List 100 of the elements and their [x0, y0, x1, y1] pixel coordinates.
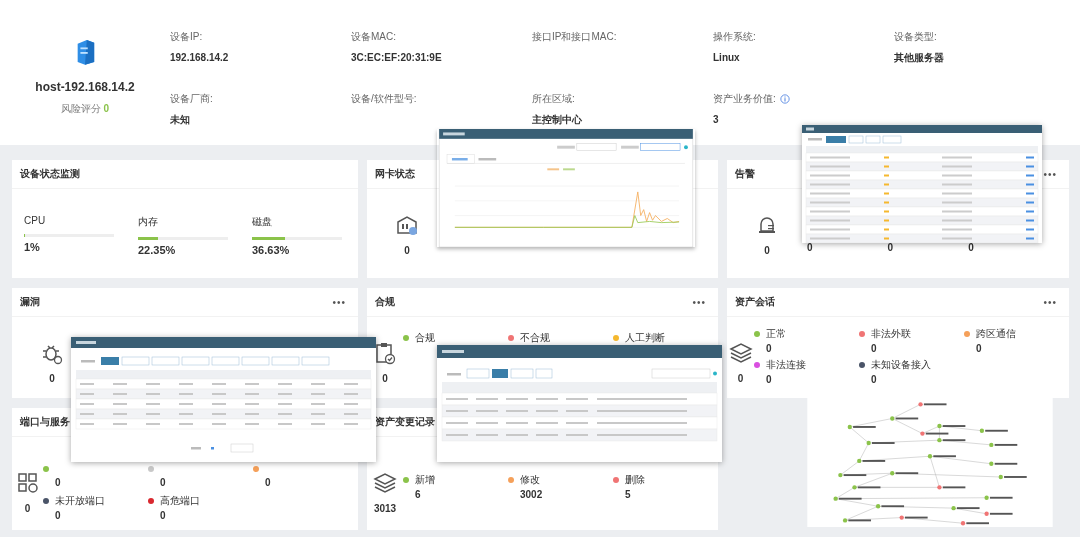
ports-count: 0 — [24, 503, 31, 514]
alarm-stat-value: 0 — [887, 242, 894, 253]
card-title: 告警 — [735, 167, 755, 181]
stat-value: 0 — [160, 477, 167, 488]
graph-node — [890, 416, 919, 421]
graph-node — [984, 511, 1013, 516]
alarm-stat-value: 0 — [968, 242, 974, 253]
graph-node — [842, 518, 871, 523]
field-label: 操作系统: — [713, 30, 756, 44]
layers-icon — [728, 341, 753, 365]
metric-value: 1% — [24, 241, 41, 253]
stat-label: 删除 — [625, 473, 645, 487]
graph-node — [989, 461, 1018, 466]
field-label: 设备/软件型号: — [351, 92, 417, 106]
stat-label: 正常 — [766, 327, 786, 341]
graph-node — [951, 505, 980, 511]
stat-label: 非法外联 — [871, 327, 911, 341]
more-button[interactable]: ••• — [1043, 168, 1057, 180]
network-card-icon — [395, 213, 419, 237]
graph-node — [998, 474, 1027, 480]
field-label: 设备厂商: — [170, 92, 213, 106]
graph-node — [899, 515, 928, 520]
metric-label: 内存 — [138, 215, 159, 229]
stat-value: 0 — [871, 374, 878, 385]
legend-label: 人工判断 — [625, 331, 665, 345]
card-title: 资产会话 — [735, 295, 775, 309]
stat-value: 3002 — [520, 489, 544, 500]
graph-node — [866, 440, 895, 446]
stat-label: 新增 — [415, 473, 435, 487]
field-value: 3 — [713, 114, 719, 125]
clipboard-check-icon — [373, 341, 397, 365]
field-value: 其他服务器 — [894, 52, 944, 63]
stat-label: 非法连接 — [766, 358, 806, 372]
field-label: 设备类型: — [894, 30, 937, 44]
metric-value: 36.63% — [252, 244, 291, 256]
graph-node — [918, 402, 947, 407]
stat-value: 0 — [766, 374, 773, 385]
card-title: 端口与服务 — [20, 415, 70, 429]
graph-node — [937, 485, 966, 490]
graph-node — [852, 485, 881, 490]
metric-label: CPU — [24, 215, 47, 226]
stat-value: 0 — [55, 510, 62, 521]
graph-node — [847, 424, 876, 430]
graph-node — [927, 454, 956, 459]
stat-value: 0 — [265, 477, 272, 488]
graph-node — [984, 495, 1013, 500]
graph-node — [960, 521, 989, 526]
graph-node — [875, 504, 905, 509]
stat-label: 跨区通信 — [976, 327, 1016, 341]
card-title: 设备状态监测 — [20, 167, 80, 181]
card-title: 合规 — [375, 295, 395, 309]
layers-icon — [373, 471, 397, 495]
card-title: 漏洞 — [20, 295, 40, 309]
field-value: Linux — [713, 52, 740, 63]
graph-node — [838, 472, 867, 478]
field-label: 设备MAC: — [351, 30, 396, 44]
field-label: 所在区域: — [532, 92, 575, 106]
stat-label: 未知设备接入 — [871, 358, 931, 372]
stat-label: 修改 — [520, 473, 540, 487]
field-label: 资产业务价值: — [713, 92, 776, 106]
graph-node — [937, 438, 966, 443]
risk-label: 风险评分 — [60, 103, 101, 114]
metric-label: 磁盘 — [252, 215, 273, 229]
stat-value: 5 — [625, 489, 632, 500]
field-value: 192.168.14.2 — [170, 52, 229, 63]
graph-node — [989, 442, 1018, 448]
stat-label: 未开放端口 — [55, 494, 105, 508]
stat-value: 0 — [160, 510, 167, 521]
alarm-count: 0 — [764, 245, 770, 256]
more-button[interactable]: ••• — [692, 296, 706, 308]
grid-icon — [15, 471, 40, 495]
host-name: host-192.168.14.2 — [35, 80, 135, 94]
graph-node — [920, 431, 949, 436]
card-title: 网卡状态 — [375, 167, 415, 181]
field-label: 接口IP和接口MAC: — [532, 30, 617, 44]
stat-value: 0 — [976, 343, 983, 354]
graph-node — [833, 496, 862, 501]
more-button[interactable]: ••• — [1043, 296, 1057, 308]
graph-node — [890, 471, 919, 476]
stat-value: 0 — [766, 343, 773, 354]
card-title: 资产变更记录 — [375, 415, 435, 429]
changes-count: 3013 — [373, 503, 397, 514]
alarm-stat-value: 0 — [807, 242, 813, 253]
legend-label: 不合规 — [520, 331, 550, 345]
vulnerability-count: 0 — [49, 373, 55, 384]
field-value: 未知 — [170, 114, 190, 125]
stat-value: 0 — [871, 343, 878, 354]
info-icon[interactable] — [779, 94, 790, 104]
graph-node — [937, 423, 966, 429]
field-value: 主控制中心 — [532, 114, 582, 125]
compliance-count: 0 — [382, 373, 388, 384]
more-button[interactable]: ••• — [332, 296, 346, 308]
legend-label: 合规 — [415, 331, 435, 345]
stat-label: 高危端口 — [160, 494, 200, 508]
metric-value: 22.35% — [138, 244, 177, 256]
stat-value: 6 — [415, 489, 422, 500]
session-count: 0 — [737, 373, 744, 384]
graph-node — [857, 458, 886, 464]
field-value: 3C:EC:EF:20:31:9E — [351, 52, 442, 63]
risk-score: 0 — [103, 103, 110, 114]
